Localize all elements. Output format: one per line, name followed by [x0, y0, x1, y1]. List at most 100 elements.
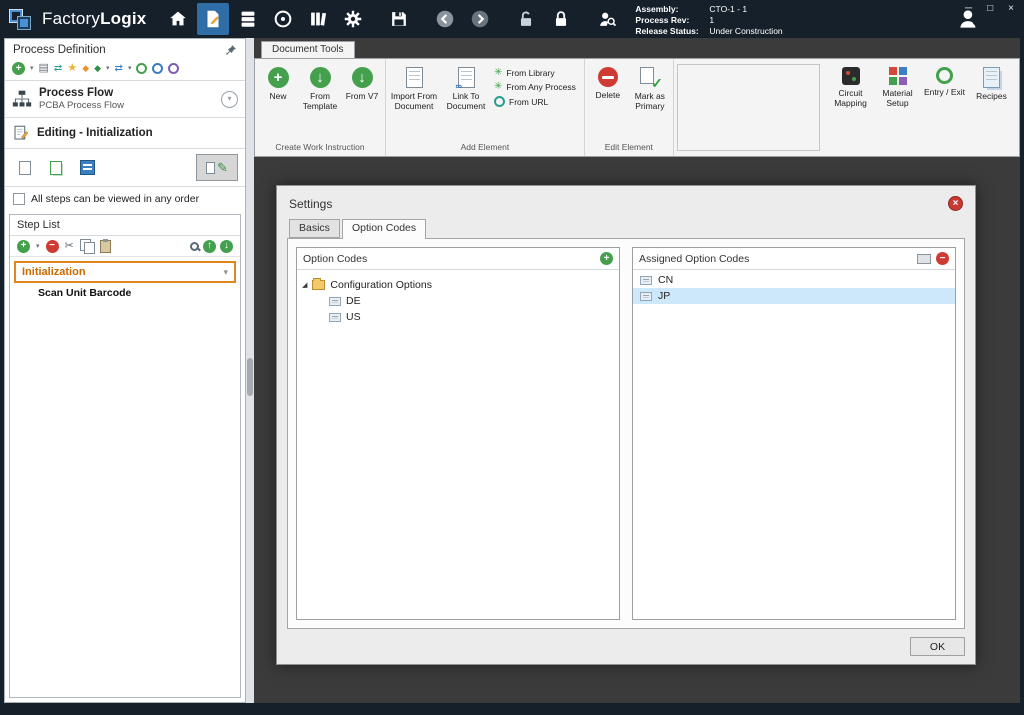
process-flow-title: Process Flow: [39, 87, 124, 99]
move-down-icon[interactable]: ↓: [220, 240, 233, 253]
arrow-left-circle-icon: [434, 8, 456, 30]
main-toolbar: [162, 3, 623, 35]
from-library-icon: ✳: [494, 68, 502, 78]
zoom-icon[interactable]: [190, 242, 199, 251]
lock-button[interactable]: [545, 3, 577, 35]
tree-root-row[interactable]: ◢ Configuration Options: [302, 277, 614, 293]
from-library-button[interactable]: ✳ From Library: [494, 68, 576, 78]
process-flow-subtitle: PCBA Process Flow: [39, 100, 124, 111]
delete-step-icon[interactable]: −: [46, 240, 59, 253]
flag-icon[interactable]: ◆: [94, 64, 101, 73]
recipes-button[interactable]: Recipes: [968, 62, 1015, 153]
tree-item-de[interactable]: DE: [302, 293, 614, 309]
production-button[interactable]: [267, 3, 299, 35]
from-v7-button[interactable]: ↓ From V7: [341, 62, 383, 104]
assigned-option-codes-list: CN JP: [633, 270, 955, 304]
sync-caret-icon[interactable]: ▾: [128, 65, 132, 72]
keyboard-icon[interactable]: [917, 254, 931, 264]
new-button[interactable]: + New: [257, 62, 299, 104]
mark-as-primary-button[interactable]: ✓ Mark as Primary: [629, 62, 671, 114]
maximize-button[interactable]: □: [987, 4, 993, 14]
add-option-code-button[interactable]: +: [600, 252, 613, 265]
material-setup-button[interactable]: Material Setup: [874, 62, 921, 153]
release-icon[interactable]: [152, 63, 163, 74]
view-document-button[interactable]: [12, 155, 38, 181]
sync-icon[interactable]: ⇄: [115, 64, 123, 74]
tab-document-tools[interactable]: Document Tools: [261, 41, 355, 58]
edit-mode-toggle[interactable]: ✎: [196, 154, 238, 181]
import-from-document-button[interactable]: Import From Document: [388, 62, 440, 114]
sidebar-scrollbar-thumb[interactable]: [247, 358, 253, 396]
list-item-jp[interactable]: JP: [633, 288, 955, 304]
milestone-icon[interactable]: ◆: [82, 64, 89, 73]
settings-button[interactable]: [337, 3, 369, 35]
print-icon[interactable]: ▤: [39, 63, 49, 74]
pin-icon[interactable]: [225, 44, 237, 56]
add-caret-icon[interactable]: ▾: [30, 65, 34, 72]
step-item-initialization[interactable]: Initialization ▾: [14, 261, 236, 283]
link-to-document-label: Link To Document: [441, 92, 491, 112]
unlock-button[interactable]: [510, 3, 542, 35]
minimize-button[interactable]: ─: [965, 4, 972, 14]
work-instructions-button[interactable]: [197, 3, 229, 35]
copy-icon[interactable]: [80, 239, 94, 253]
close-button[interactable]: ×: [1008, 4, 1014, 14]
forward-button[interactable]: [464, 3, 496, 35]
move-up-icon[interactable]: ↑: [203, 240, 216, 253]
mark-primary-icon: ✓: [640, 67, 660, 88]
remove-assigned-button[interactable]: −: [936, 252, 949, 265]
from-any-process-button[interactable]: ✳ From Any Process: [494, 82, 576, 92]
process-button[interactable]: [232, 3, 264, 35]
titlebar: FactoryLogix Assembly:CTO-1 - 1 Process …: [0, 0, 1024, 38]
home-button[interactable]: [162, 3, 194, 35]
flag-caret-icon[interactable]: ▾: [106, 65, 110, 72]
scanner-icon: [80, 160, 95, 175]
option-code-icon: [640, 276, 652, 285]
add-icon[interactable]: +: [12, 62, 25, 75]
cut-icon[interactable]: ✂: [65, 241, 74, 252]
expand-process-button[interactable]: ▾: [221, 91, 238, 108]
tab-option-codes[interactable]: Option Codes: [342, 219, 426, 239]
add-step-icon[interactable]: +: [17, 240, 30, 253]
step-item-scan-unit-barcode[interactable]: Scan Unit Barcode: [10, 284, 240, 302]
find-user-button[interactable]: [591, 3, 623, 35]
add-step-caret-icon[interactable]: ▾: [36, 243, 40, 250]
new-label: New: [269, 92, 286, 102]
circuit-mapping-button[interactable]: Circuit Mapping: [827, 62, 874, 153]
toggle-page-icon: [206, 162, 215, 174]
panel-title: Process Definition: [13, 44, 106, 56]
library-button[interactable]: [302, 3, 334, 35]
recipes-icon: [983, 67, 1000, 88]
ribbon-empty-region: [677, 64, 820, 151]
list-item-cn[interactable]: CN: [633, 272, 955, 288]
ribbon-right-buttons: Circuit Mapping Material Setup Entry / E…: [823, 59, 1019, 156]
transfer-icon[interactable]: ⇄: [54, 64, 62, 74]
validate-icon[interactable]: [136, 63, 147, 74]
assigned-option-codes-title: Assigned Option Codes: [639, 253, 749, 265]
save-button[interactable]: [383, 3, 415, 35]
from-url-button[interactable]: From URL: [494, 96, 576, 107]
back-button[interactable]: [429, 3, 461, 35]
tab-basics[interactable]: Basics: [289, 219, 340, 238]
entry-exit-button[interactable]: Entry / Exit: [921, 62, 968, 153]
link-to-document-button[interactable]: ∞ Link To Document: [440, 62, 492, 114]
step-chevron-icon[interactable]: ▾: [223, 267, 228, 278]
process-flow-item[interactable]: Process Flow PCBA Process Flow ▾: [5, 81, 245, 118]
circuit-mapping-icon: [842, 67, 860, 85]
dialog-close-button[interactable]: ×: [948, 196, 963, 211]
ok-button[interactable]: OK: [910, 637, 965, 656]
step-child-label: Scan Unit Barcode: [38, 287, 131, 299]
options-icon[interactable]: [168, 63, 179, 74]
from-template-button[interactable]: ↓ From Template: [299, 62, 341, 114]
star-icon[interactable]: ★: [67, 63, 77, 74]
scan-button[interactable]: [74, 155, 100, 181]
panel-splitter[interactable]: [246, 38, 254, 703]
chevron-down-icon: ▾: [227, 95, 231, 103]
step-order-checkbox[interactable]: [13, 193, 25, 205]
tree-item-us[interactable]: US: [302, 309, 614, 325]
tree-expander-icon[interactable]: ◢: [302, 281, 307, 289]
paste-icon[interactable]: [100, 240, 111, 253]
edit-element-group: Delete ✓ Mark as Primary Edit Element: [585, 59, 674, 156]
copy-steps-button[interactable]: [43, 155, 69, 181]
delete-button[interactable]: Delete: [587, 62, 629, 103]
